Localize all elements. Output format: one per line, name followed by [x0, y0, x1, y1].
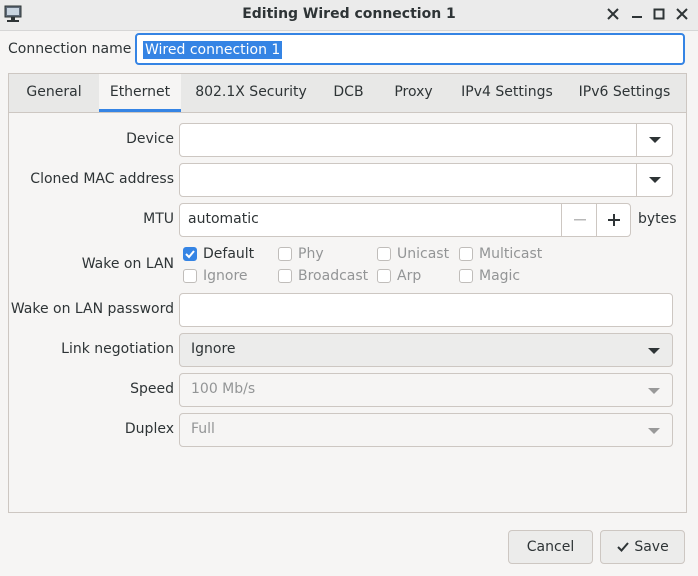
checkbox-icon — [459, 269, 473, 283]
tab-ipv6-settings[interactable]: IPv6 Settings — [563, 74, 686, 112]
wol-magic-label: Magic — [479, 268, 521, 284]
wol-label: Wake on LAN — [81, 256, 174, 272]
checkbox-icon — [377, 247, 391, 261]
title-bar: Editing Wired connection 1 — [0, 0, 698, 31]
wol-ignore-label: Ignore — [203, 268, 248, 284]
minus-icon — [573, 219, 586, 221]
checkbox-checked-icon — [183, 247, 197, 261]
mtu-increment-button[interactable] — [596, 204, 631, 236]
tab-8021x-security[interactable]: 802.1X Security — [181, 74, 321, 112]
plus-icon — [608, 214, 620, 226]
wol-multicast-checkbox[interactable]: Multicast — [459, 245, 542, 263]
tab-ethernet[interactable]: Ethernet — [99, 74, 181, 112]
checkbox-icon — [459, 247, 473, 261]
speed-value: 100 Mb/s — [191, 381, 256, 397]
wol-magic-checkbox[interactable]: Magic — [459, 267, 520, 285]
chevron-down-icon — [648, 137, 661, 143]
wol-password-label: Wake on LAN password — [10, 301, 174, 317]
wol-unicast-checkbox[interactable]: Unicast — [377, 245, 449, 263]
cancel-button-label: Cancel — [526, 539, 575, 555]
checkmark-icon — [617, 542, 630, 552]
chevron-down-icon — [648, 177, 661, 183]
wol-ignore-checkbox[interactable]: Ignore — [183, 267, 248, 285]
checkbox-icon — [278, 247, 292, 261]
wol-arp-checkbox[interactable]: Arp — [377, 267, 421, 285]
duplex-select[interactable]: Full — [179, 413, 673, 447]
wol-broadcast-checkbox[interactable]: Broadcast — [278, 267, 368, 285]
wol-default-label: Default — [203, 246, 255, 262]
minimize-button[interactable] — [629, 6, 645, 22]
connection-name-value: Wired connection 1 — [143, 41, 283, 59]
minimize-icon — [632, 16, 642, 18]
close-button[interactable] — [674, 6, 690, 22]
cloned-mac-combo[interactable] — [179, 163, 673, 197]
cloned-mac-label: Cloned MAC address — [30, 171, 174, 187]
cloned-mac-dropdown-button[interactable] — [636, 164, 672, 196]
wol-arp-label: Arp — [397, 268, 422, 284]
link-negotiation-value: Ignore — [191, 341, 236, 357]
mtu-label: MTU — [143, 211, 174, 227]
device-combo[interactable] — [179, 123, 673, 157]
tab-dcb[interactable]: DCB — [321, 74, 376, 112]
device-dropdown-button[interactable] — [636, 124, 672, 156]
wol-phy-label: Phy — [298, 246, 324, 262]
maximize-button[interactable] — [651, 6, 667, 22]
chevron-down-icon — [648, 388, 660, 394]
connection-name-label: Connection name — [8, 41, 132, 57]
wol-multicast-label: Multicast — [479, 246, 543, 262]
duplex-label: Duplex — [124, 421, 174, 437]
window-title: Editing Wired connection 1 — [242, 6, 456, 22]
help-button[interactable] — [605, 6, 621, 22]
help-icon — [607, 8, 619, 20]
device-label: Device — [126, 131, 174, 147]
mtu-spin[interactable]: automatic — [179, 203, 631, 237]
speed-label: Speed — [130, 381, 174, 397]
link-negotiation-label: Link negotiation — [61, 341, 174, 357]
checkbox-icon — [278, 269, 292, 283]
tab-ipv4-settings[interactable]: IPv4 Settings — [451, 74, 563, 112]
tab-proxy[interactable]: Proxy — [376, 74, 451, 112]
link-negotiation-select[interactable]: Ignore — [179, 333, 673, 367]
speed-select[interactable]: 100 Mb/s — [179, 373, 673, 407]
maximize-icon — [653, 8, 665, 20]
wol-phy-checkbox[interactable]: Phy — [278, 245, 324, 263]
cancel-button[interactable]: Cancel — [508, 530, 593, 564]
chevron-down-icon — [648, 348, 660, 354]
duplex-value: Full — [191, 421, 215, 437]
mtu-decrement-button[interactable] — [561, 204, 597, 236]
wol-broadcast-label: Broadcast — [298, 268, 369, 284]
tab-bar: General Ethernet 802.1X Security DCB Pro… — [9, 74, 686, 113]
mtu-value: automatic — [188, 211, 259, 227]
mtu-unit: bytes — [638, 211, 677, 227]
tab-general[interactable]: General — [9, 74, 99, 112]
wol-unicast-label: Unicast — [397, 246, 450, 262]
chevron-down-icon — [648, 428, 660, 434]
connection-name-input[interactable]: Wired connection 1 — [135, 33, 685, 65]
wol-default-checkbox[interactable]: Default — [183, 245, 254, 263]
wol-password-input[interactable] — [179, 293, 673, 327]
close-icon — [676, 8, 688, 20]
checkbox-icon — [377, 269, 391, 283]
checkbox-icon — [183, 269, 197, 283]
save-button-label: Save — [634, 539, 669, 555]
save-button[interactable]: Save — [600, 530, 685, 564]
